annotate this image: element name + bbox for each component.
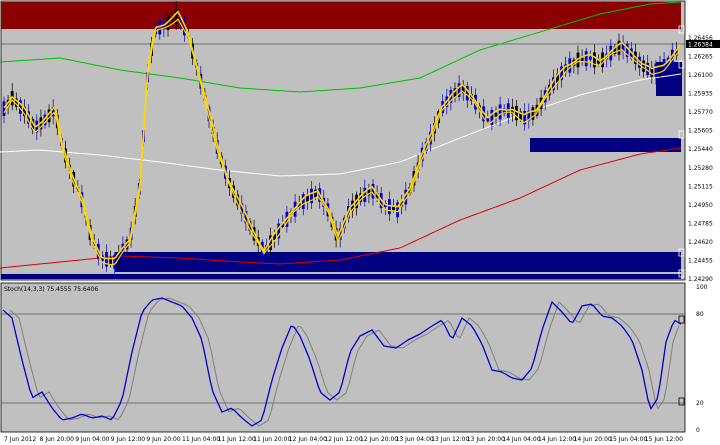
time-tick-label: 15 Jun 12:00 (645, 436, 683, 443)
candle-body (158, 20, 162, 35)
candle-body (392, 206, 395, 211)
price-tick-label: 1.24785 (688, 220, 713, 227)
time-tick-label: 12 Jun 04:00 (289, 436, 327, 443)
time-tick-label: 13 Jun 20:00 (467, 436, 505, 443)
price-tick-label: 1.25935 (688, 91, 713, 98)
candle-body (498, 104, 502, 120)
time-tick-label: 11 Jun 12:00 (218, 436, 256, 443)
candle-body (494, 112, 498, 117)
time-tick-label: 11 Jun 20:00 (253, 436, 291, 443)
time-tick-label: 8 Jun 20:00 (40, 436, 74, 443)
price-tick-label: 1.26265 (688, 54, 713, 61)
trading-chart[interactable]: Stoch(14,3,3) 75.4555 75.6406 1.264561.2… (0, 0, 720, 445)
price-tick-label: 1.25770 (688, 109, 713, 116)
price-tick-label: 1.24620 (688, 239, 713, 246)
support-zone-bottom (115, 252, 681, 272)
time-tick-label: 13 Jun 12:00 (431, 436, 469, 443)
stoch-tick-label: 20 (696, 400, 704, 407)
time-axis: 7 Jun 2012 8 Jun 20:00 9 Jun 04:00 9 Jun 12… (4, 436, 683, 443)
price-tick-label: 1.24290 (688, 276, 713, 283)
time-tick-label: 11 Jun 04:00 (182, 436, 220, 443)
support-zone-mid (530, 138, 681, 152)
resistance-zone (1, 2, 681, 29)
price-tick-label: 1.25440 (688, 146, 713, 153)
candle-body (388, 199, 391, 215)
price-tick-label: 1.24950 (688, 202, 713, 209)
stoch-tick-label: 0 (696, 427, 700, 434)
time-tick-label: 9 Jun 12:00 (111, 436, 145, 443)
price-tick-label: 1.26100 (688, 72, 713, 79)
time-tick-label: 14 Jun 20:00 (574, 436, 612, 443)
time-tick-label: 15 Jun 04:00 (609, 436, 647, 443)
candle-body (363, 187, 367, 202)
candle-body (642, 60, 645, 72)
price-tick-label: 1.25280 (688, 165, 713, 172)
time-tick-label: 13 Jun 04:00 (396, 436, 434, 443)
price-tick-label: 1.25115 (688, 183, 713, 190)
time-tick-label: 9 Jun 04:00 (75, 436, 109, 443)
price-tick-label: 1.25605 (688, 128, 713, 135)
support-zone-base (1, 274, 681, 279)
time-tick-label: 12 Jun 12:00 (324, 436, 362, 443)
candle-body (584, 51, 588, 67)
time-tick-label: 14 Jun 12:00 (538, 436, 576, 443)
candle-body (531, 107, 535, 120)
candle-body (658, 63, 662, 73)
candle-body (2, 101, 6, 116)
time-tick-label: 14 Jun 04:00 (502, 436, 540, 443)
candle-body (588, 56, 592, 60)
candle-body (654, 63, 658, 77)
time-tick-label: 9 Jun 20:00 (146, 436, 180, 443)
time-tick-label: 12 Jun 20:00 (360, 436, 398, 443)
current-price-value: 1.26384 (688, 42, 713, 49)
stoch-tick-label: 100 (696, 284, 708, 291)
price-tick-label: 1.24455 (688, 258, 713, 265)
stoch-tick-label: 80 (696, 311, 704, 318)
stochastic-label: Stoch(14,3,3) 75.4555 75.6406 (4, 286, 98, 293)
time-tick-label: 7 Jun 2012 (4, 436, 36, 443)
